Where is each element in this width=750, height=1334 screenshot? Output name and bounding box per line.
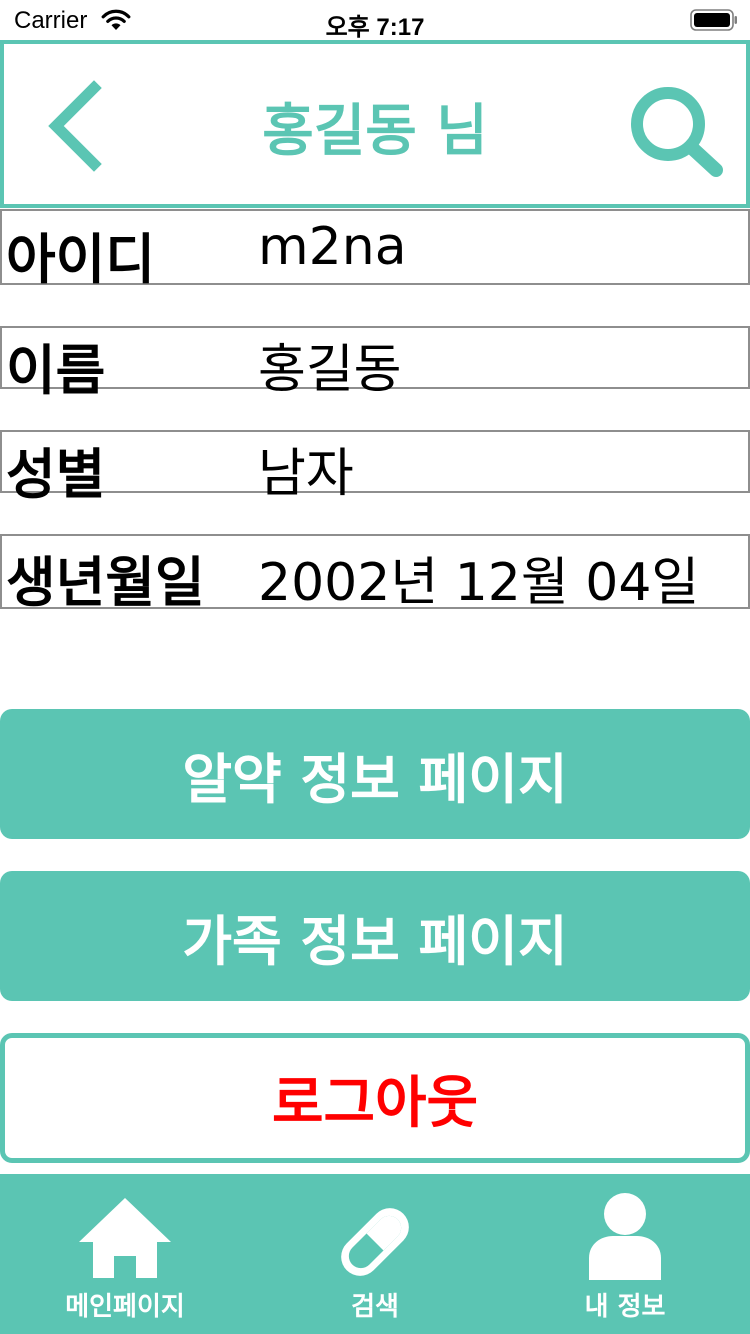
info-label: 생년월일	[6, 551, 205, 614]
tab-search[interactable]: 검색	[305, 1174, 445, 1334]
info-label: 아이디	[6, 228, 156, 291]
tab-label: 내 정보	[584, 1292, 666, 1322]
header-bar: 홍길동 님	[0, 40, 750, 208]
info-row-id: 아이디 m2na	[0, 209, 750, 291]
info-value: 남자	[258, 444, 354, 504]
status-bar: Carrier 오후 7:17	[0, 0, 750, 41]
info-row-birthdate: 생년월일 2002년 12월 04일	[0, 534, 750, 614]
tab-bar: 메인페이지 검색 내 정보	[0, 1174, 750, 1334]
battery-icon	[690, 9, 737, 31]
pill-icon	[341, 1208, 409, 1276]
info-label: 성별	[6, 443, 106, 506]
tab-my-info[interactable]: 내 정보	[555, 1174, 695, 1334]
info-label: 이름	[6, 339, 106, 402]
status-time: 오후 7:17	[325, 14, 425, 41]
info-row-gender: 성별 남자	[0, 430, 750, 506]
info-value: 2002년 12월 04일	[258, 553, 700, 613]
info-row-name: 이름 홍길동	[0, 326, 750, 402]
info-value: 홍길동	[258, 340, 402, 400]
search-button[interactable]	[624, 82, 728, 182]
my-info-screen: Carrier 오후 7:17 홍길동 님 아이디 m2na 이름 홍길동 성별…	[0, 0, 750, 1334]
medicine-info-button[interactable]: 알약 정보 페이지	[0, 709, 750, 839]
user-icon	[589, 1193, 661, 1280]
tab-main-page[interactable]: 메인페이지	[40, 1174, 210, 1334]
tab-label: 검색	[351, 1292, 399, 1322]
family-info-button[interactable]: 가족 정보 페이지	[0, 871, 750, 1001]
logout-button[interactable]: 로그아웃	[0, 1033, 750, 1163]
search-icon	[631, 87, 723, 177]
info-value: m2na	[258, 217, 407, 277]
tab-label: 메인페이지	[65, 1292, 185, 1322]
home-icon	[79, 1198, 171, 1278]
